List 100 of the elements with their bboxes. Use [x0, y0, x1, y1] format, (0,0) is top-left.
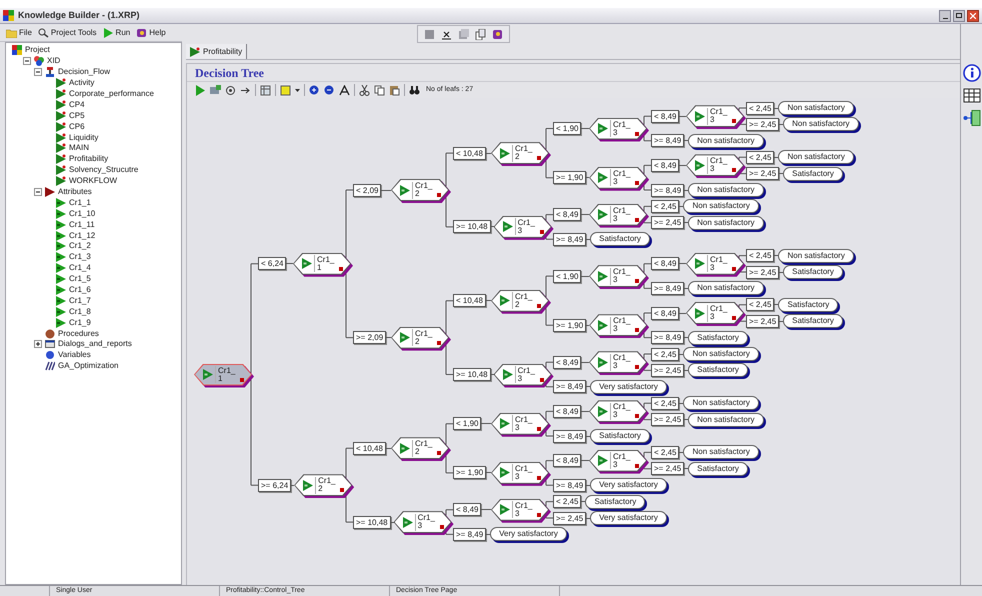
restore-button[interactable] — [953, 10, 965, 22]
dropdown-icon[interactable] — [295, 88, 300, 92]
marker-icon — [635, 218, 639, 222]
decision-node[interactable]: Cr1_ 2 — [391, 326, 449, 349]
collapse-icon[interactable] — [34, 68, 42, 76]
tree-item[interactable]: Cr1_8 — [69, 306, 91, 317]
decision-node[interactable]: Cr1_ 1 — [293, 252, 351, 275]
tree-item[interactable]: Corporate_performance — [69, 89, 154, 99]
close-button[interactable] — [967, 10, 979, 22]
tree-item[interactable]: Activity — [69, 78, 94, 88]
decision-node[interactable]: Cr1_ 3 — [589, 118, 647, 140]
tree-item[interactable]: Liquidity — [69, 132, 98, 143]
cut-icon[interactable] — [359, 84, 370, 96]
decision-node[interactable]: Cr1_ 3 — [686, 154, 744, 176]
expand-icon[interactable] — [34, 340, 42, 348]
paste-icon[interactable] — [389, 84, 400, 96]
decision-node[interactable]: Cr1_ 3 — [494, 216, 552, 238]
arrow-icon[interactable] — [240, 84, 251, 96]
menu-item[interactable]: File — [19, 26, 32, 38]
decision-node[interactable]: Cr1_ 3 — [686, 302, 744, 324]
tree-item[interactable]: Procedures — [58, 328, 99, 339]
decision-node[interactable]: Cr1_ 3 — [686, 252, 744, 275]
help-book-icon[interactable] — [492, 28, 502, 40]
tree-item[interactable]: Project — [25, 45, 50, 56]
tree-item[interactable]: MAIN — [69, 143, 89, 154]
edge-label: >= 8,49 — [553, 380, 586, 394]
decision-node[interactable]: Cr1_ 2 — [294, 474, 352, 496]
decision-node[interactable]: Cr1_ 2 — [491, 142, 549, 164]
decision-node[interactable]: Cr1_ 3 — [491, 462, 549, 484]
tree-item[interactable]: Cr1_10 — [69, 208, 96, 219]
collapse-icon[interactable] — [23, 57, 31, 66]
menu-item[interactable]: Help — [149, 26, 166, 38]
copy-icon[interactable] — [374, 84, 385, 96]
marker-icon — [540, 230, 544, 234]
tree-item[interactable]: Dialogs_and_reports — [58, 339, 132, 350]
cluster-icon — [34, 56, 44, 66]
marker-icon — [635, 279, 639, 284]
close-icon[interactable] — [440, 28, 452, 40]
decision-node[interactable]: Cr1_ 3 — [589, 265, 647, 288]
tree-item[interactable]: Cr1_3 — [69, 252, 91, 262]
tree-item[interactable]: CP6 — [69, 122, 85, 132]
documents-icon[interactable] — [474, 28, 486, 40]
decision-node[interactable]: Cr1_ 2 — [391, 179, 449, 201]
tree-item[interactable]: Cr1_5 — [69, 274, 91, 284]
tab[interactable]: Profitability — [186, 44, 248, 59]
tree-item[interactable]: Cr1_6 — [69, 285, 91, 296]
menu-item[interactable]: Project Tools — [50, 26, 97, 38]
rule-icon — [56, 78, 66, 88]
tree-item[interactable]: Cr1_9 — [69, 318, 91, 328]
collapse-icon[interactable] — [34, 188, 42, 196]
decision-node[interactable]: Cr1_ 3 — [589, 204, 647, 226]
decision-node[interactable]: Cr1_ 3 — [491, 412, 549, 435]
decision-node[interactable]: Cr1_ 3 — [494, 364, 552, 386]
tree-item[interactable]: Variables — [58, 350, 91, 360]
decision-node[interactable]: Cr1_ 3 — [589, 351, 647, 374]
decision-node[interactable]: Cr1_ 3 — [589, 314, 648, 336]
connector-line — [581, 410, 589, 412]
tree-item[interactable]: CP4 — [69, 100, 85, 110]
decision-node[interactable]: Cr1_ 3 — [686, 105, 744, 128]
table-icon[interactable] — [260, 84, 271, 96]
info-icon[interactable] — [962, 64, 980, 82]
tree-item[interactable]: Decision_Flow — [58, 67, 110, 78]
tree-item[interactable]: CP5 — [69, 110, 85, 121]
decision-node[interactable]: Cr1_ 3 — [589, 450, 647, 472]
tree-icon[interactable] — [962, 110, 980, 126]
zoom-in-icon[interactable] — [309, 84, 320, 96]
tree-item[interactable]: XID — [47, 56, 60, 66]
decision-node[interactable]: Cr1_ 3 — [394, 511, 452, 534]
decision-node[interactable]: Cr1_ 3 — [491, 498, 549, 521]
edge-label: >= 2,45 — [651, 364, 684, 377]
play-icon[interactable] — [195, 84, 206, 96]
tree-item[interactable]: Cr1_4 — [69, 263, 91, 274]
tree-item[interactable]: Profitability — [69, 154, 108, 164]
decision-node[interactable]: Cr1_ 2 — [491, 290, 549, 312]
minimize-button[interactable] — [939, 10, 951, 22]
tree-item[interactable]: Cr1_7 — [69, 296, 91, 306]
tree-item[interactable]: WORKFLOW — [69, 176, 117, 186]
binoculars-icon[interactable] — [409, 84, 420, 96]
tree-item[interactable]: Cr1_2 — [69, 241, 91, 252]
decision-node[interactable]: Cr1_ 1 — [194, 364, 252, 386]
stop-icon[interactable] — [424, 28, 434, 40]
play-icon — [695, 258, 705, 270]
play-icon — [598, 270, 608, 282]
leaf-label: Non satisfactory — [778, 150, 854, 164]
tree-item[interactable]: Solvency_Strucutre — [69, 165, 138, 176]
tree-item[interactable]: Cr1_12 — [69, 230, 96, 241]
tree-item[interactable]: Attributes — [58, 187, 92, 198]
tree-item[interactable]: GA_Optimization — [58, 361, 118, 372]
play-icon — [500, 295, 510, 306]
font-icon[interactable] — [339, 84, 350, 96]
marker-icon — [440, 525, 444, 530]
tree-item[interactable]: Cr1_11 — [69, 220, 95, 230]
decision-node[interactable]: Cr1_ 3 — [589, 400, 647, 422]
attribute-icon — [56, 252, 66, 262]
menu-item[interactable]: Run — [116, 26, 130, 38]
decision-node[interactable]: Cr1_ 2 — [391, 437, 449, 460]
zoom-out-icon[interactable] — [324, 84, 335, 96]
tree-item[interactable]: Cr1_1 — [69, 198, 91, 208]
decision-node[interactable]: Cr1_ 3 — [589, 166, 648, 189]
edge-label: < 8,49 — [651, 306, 680, 320]
